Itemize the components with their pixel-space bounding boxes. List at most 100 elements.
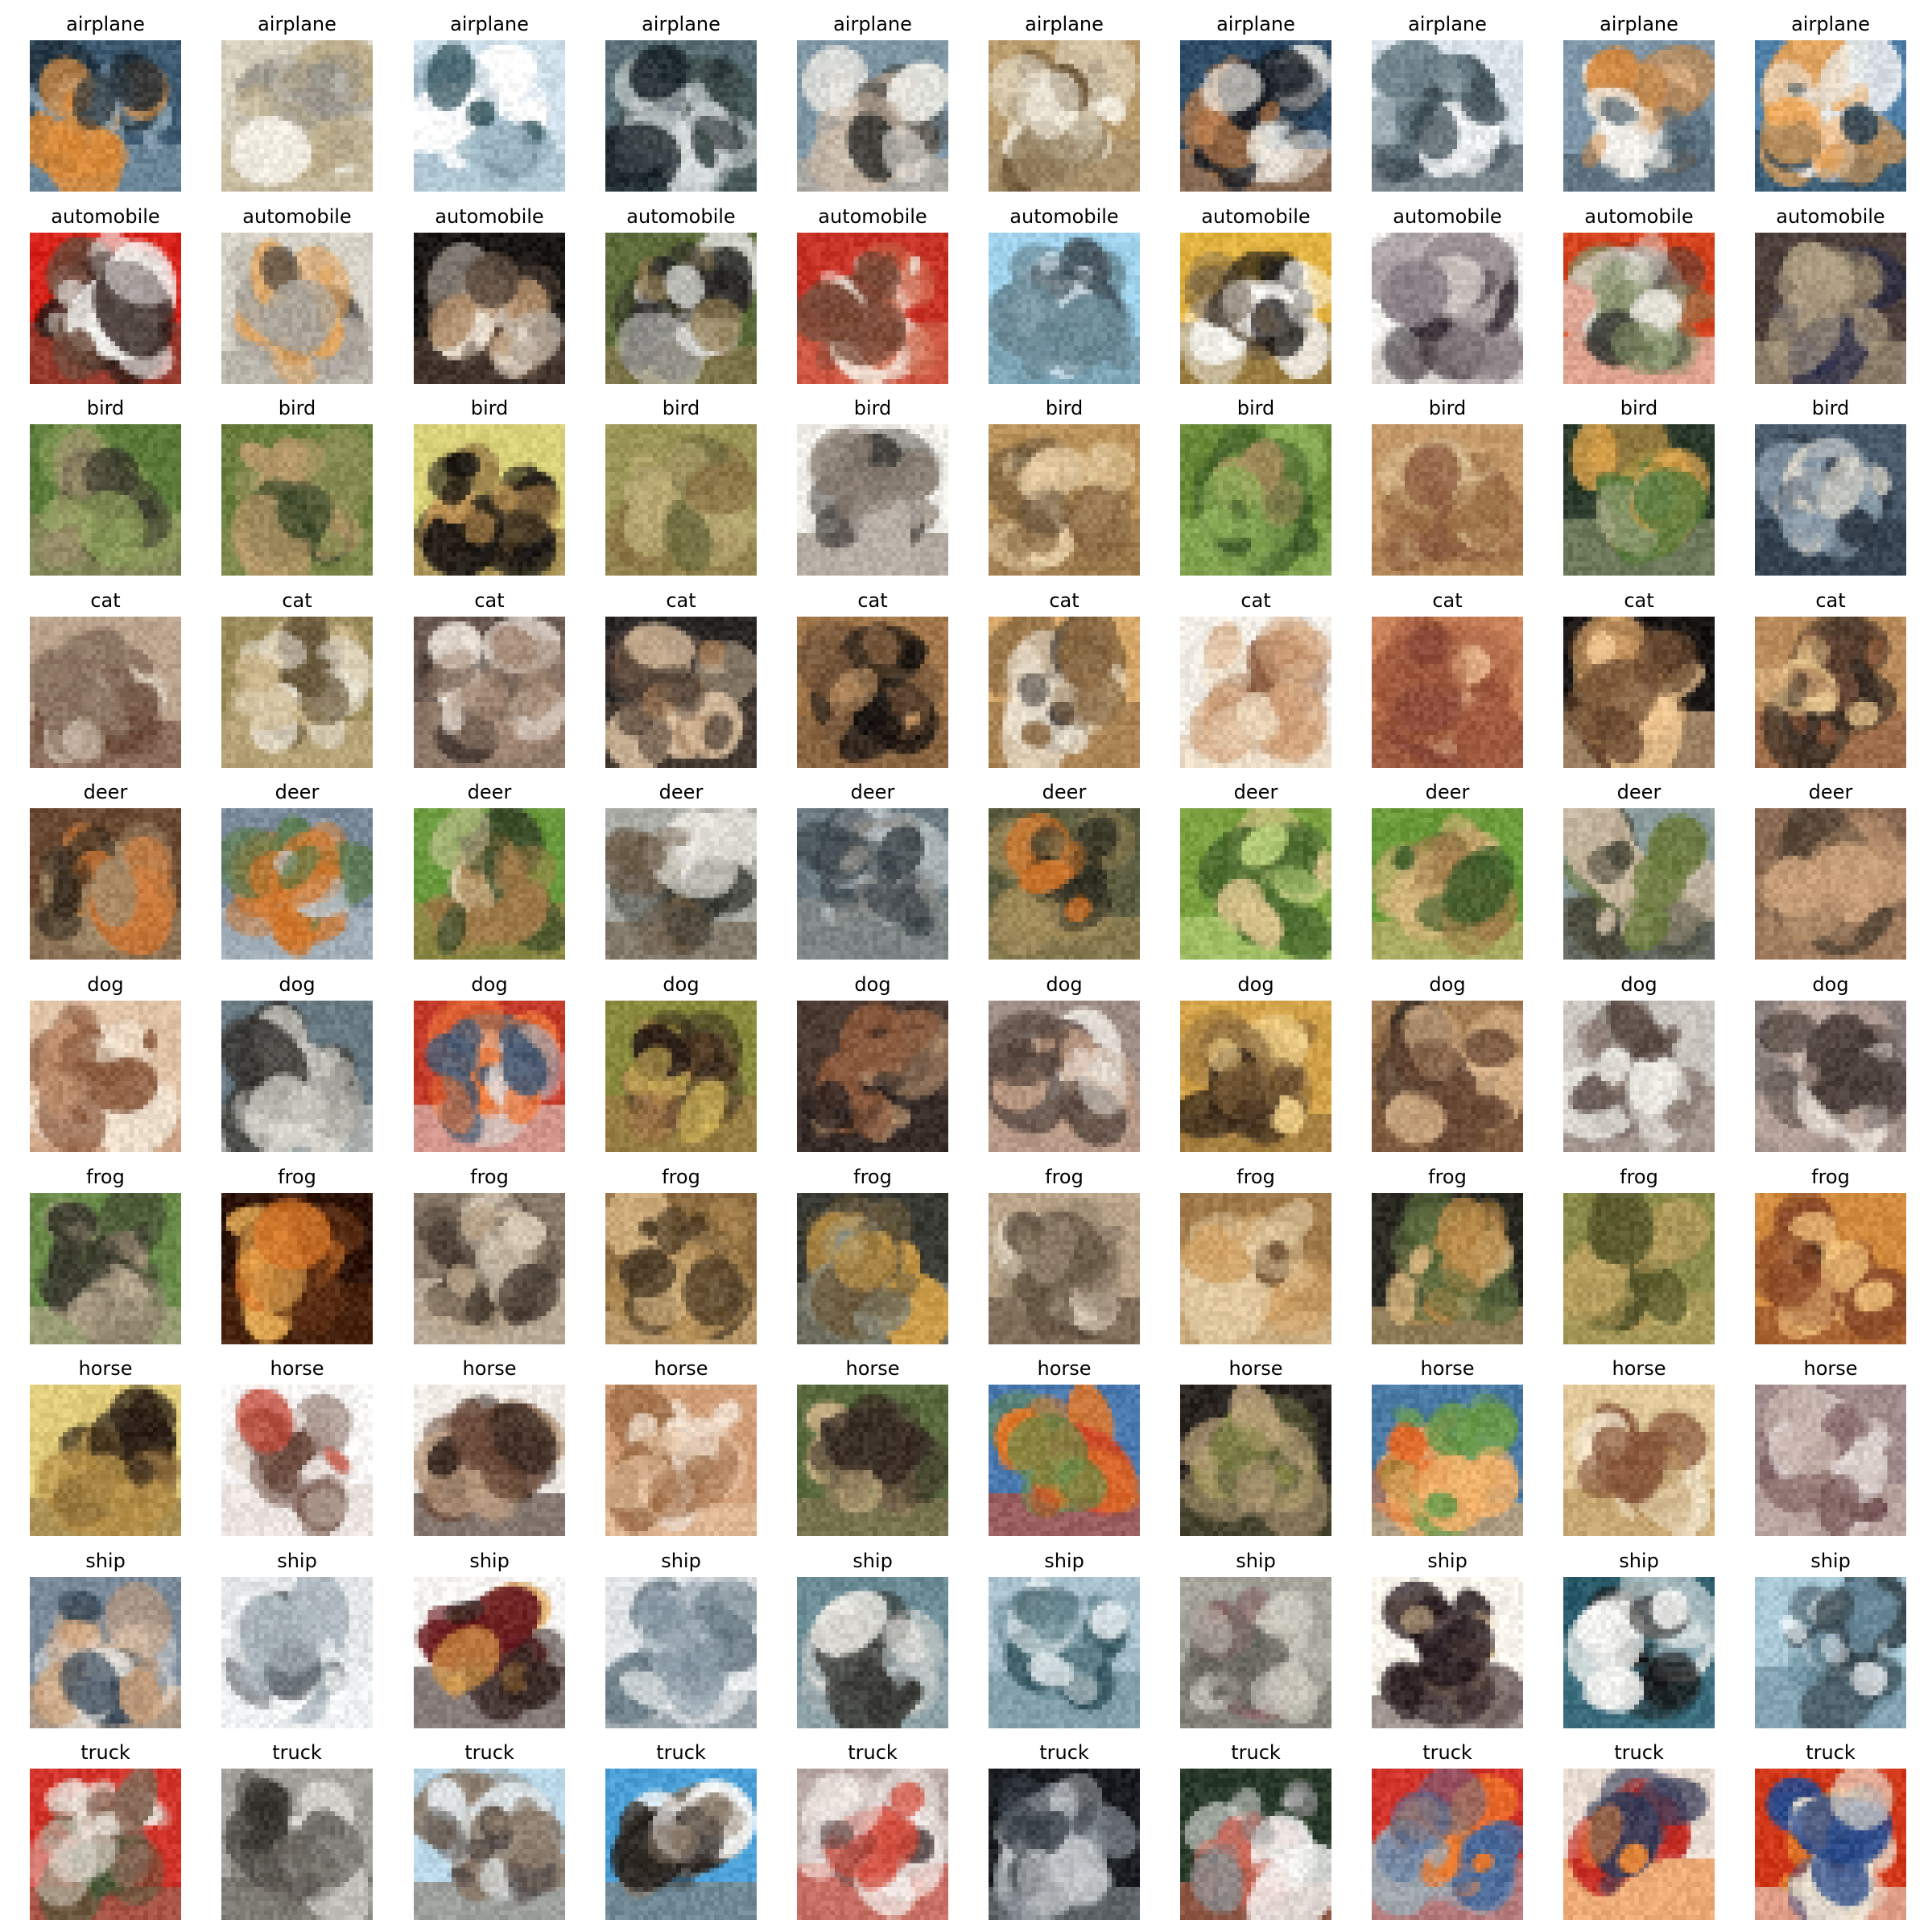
cell-label: frog [853,1166,892,1188]
grid-cell: frog [1563,1167,1715,1344]
grid-cell: frog [797,1167,948,1344]
sample-thumbnail [797,1193,948,1344]
grid-cell: ship [414,1551,565,1728]
cell-label: bird [470,397,509,419]
grid-cell: cat [605,591,757,768]
cell-label: horse [1420,1357,1475,1380]
cell-label: airplane [642,13,720,35]
grid-cell: ship [797,1551,948,1728]
sample-thumbnail [1563,1385,1715,1536]
cell-label: airplane [258,13,336,35]
grid-cell: ship [989,1551,1140,1728]
grid-cell: automobile [1755,207,1906,384]
sample-thumbnail [797,1577,948,1728]
grid-cell: airplane [797,14,948,192]
sample-grid: airplane airplane airplane airplane airplane… [0,0,1932,1932]
cell-label: airplane [450,13,529,35]
sample-thumbnail [1755,1193,1906,1344]
cell-label: truck [1039,1741,1089,1764]
cell-label: bird [86,397,125,419]
grid-cell: bird [1372,398,1523,576]
sample-thumbnail [1180,1001,1331,1152]
sample-thumbnail [989,233,1140,384]
cell-label: horse [654,1357,708,1380]
sample-thumbnail [1180,40,1331,192]
grid-cell: cat [1180,591,1331,768]
grid-cell: bird [221,398,373,576]
grid-cell: frog [1755,1167,1906,1344]
grid-cell: truck [1372,1743,1523,1920]
cell-label: horse [1612,1357,1666,1380]
grid-cell: automobile [1180,207,1331,384]
grid-cell: deer [221,782,373,960]
sample-thumbnail [30,808,181,960]
grid-cell: truck [1180,1743,1331,1920]
cell-label: automobile [1201,205,1311,228]
cell-label: dog [1812,973,1849,996]
grid-cell: cat [797,591,948,768]
cell-label: ship [852,1550,893,1572]
cell-label: deer [83,781,128,803]
cell-label: dog [1046,973,1083,996]
grid-cell: bird [1180,398,1331,576]
grid-cell: automobile [797,207,948,384]
sample-thumbnail [30,1385,181,1536]
cell-label: frog [86,1166,125,1188]
sample-thumbnail [221,40,373,192]
cell-label: horse [1228,1357,1283,1380]
grid-cell: deer [605,782,757,960]
sample-thumbnail [1563,1001,1715,1152]
grid-cell: frog [989,1167,1140,1344]
cell-label: frog [1428,1166,1467,1188]
cell-label: cat [1624,589,1654,612]
sample-thumbnail [221,808,373,960]
sample-thumbnail [30,1001,181,1152]
cell-label: frog [470,1166,509,1188]
grid-cell: dog [1755,975,1906,1152]
cell-label: horse [78,1357,133,1380]
sample-thumbnail [414,1577,565,1728]
grid-cell: horse [221,1359,373,1536]
sample-thumbnail [1180,1193,1331,1344]
grid-cell: airplane [414,14,565,192]
sample-thumbnail [414,233,565,384]
sample-thumbnail [989,808,1140,960]
grid-cell: automobile [30,207,181,384]
cell-label: truck [656,1741,706,1764]
cell-label: airplane [833,13,912,35]
grid-cell: automobile [989,207,1140,384]
grid-cell: airplane [989,14,1140,192]
grid-cell: horse [605,1359,757,1536]
grid-cell: automobile [414,207,565,384]
grid-cell: dog [989,975,1140,1152]
cell-label: horse [1803,1357,1858,1380]
grid-cell: dog [1563,975,1715,1152]
cell-label: truck [1806,1741,1856,1764]
cell-label: bird [1620,397,1658,419]
cell-label: ship [661,1550,701,1572]
cell-label: cat [857,589,888,612]
cell-label: automobile [242,205,352,228]
sample-thumbnail [1755,233,1906,384]
grid-cell: dog [797,975,948,1152]
sample-thumbnail [30,1577,181,1728]
sample-thumbnail [221,1577,373,1728]
sample-thumbnail [30,1769,181,1920]
grid-cell: ship [1372,1551,1523,1728]
sample-thumbnail [221,617,373,768]
sample-thumbnail [605,424,757,576]
sample-thumbnail [989,1577,1140,1728]
grid-cell: frog [30,1167,181,1344]
cell-label: deer [1425,781,1470,803]
cell-label: automobile [1584,205,1694,228]
sample-thumbnail [1563,1193,1715,1344]
sample-thumbnail [797,40,948,192]
cell-label: cat [1432,589,1463,612]
grid-cell: automobile [605,207,757,384]
grid-cell: automobile [1372,207,1523,384]
cell-label: dog [854,973,891,996]
grid-cell: bird [605,398,757,576]
cell-label: cat [666,589,696,612]
sample-thumbnail [797,424,948,576]
sample-thumbnail [605,1001,757,1152]
